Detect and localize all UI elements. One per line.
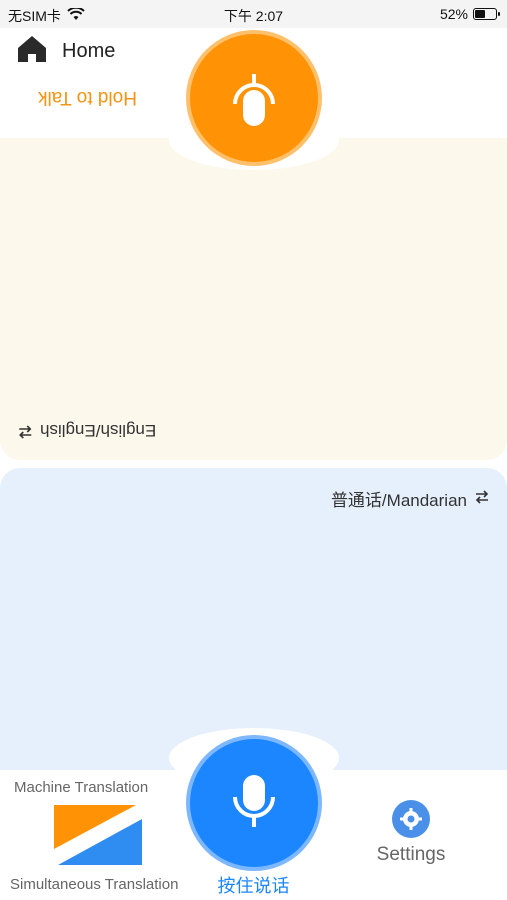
top-translation-panel: English/English xyxy=(0,138,507,460)
status-right: 52% xyxy=(439,6,500,22)
battery-percent: 52% xyxy=(439,6,468,22)
translation-mode-toggle[interactable] xyxy=(52,803,144,867)
settings-button[interactable]: Settings xyxy=(371,800,451,866)
battery-icon xyxy=(473,8,500,20)
top-mic-button[interactable] xyxy=(190,34,318,162)
settings-label: Settings xyxy=(376,844,446,865)
gear-icon xyxy=(392,800,430,838)
bottom-language-label: 普通话/Mandarian xyxy=(330,491,467,510)
bottom-language-selector[interactable]: 普通话/Mandarian xyxy=(331,486,489,511)
home-label: Home xyxy=(62,40,116,62)
hold-to-talk-label: 按住说话 xyxy=(217,876,290,896)
hold-to-talk-label-flipped: Hold to Talk xyxy=(38,87,137,108)
home-icon xyxy=(16,34,48,69)
microphone-icon xyxy=(232,66,276,131)
top-language-label: English/English xyxy=(40,421,157,440)
microphone-icon xyxy=(232,771,276,836)
status-time: 下午 2:07 xyxy=(223,8,284,24)
home-button[interactable]: Home xyxy=(16,34,115,69)
bottom-mic-button[interactable] xyxy=(190,739,318,867)
top-language-selector[interactable]: English/English xyxy=(18,420,156,440)
battery-fill xyxy=(475,10,485,18)
status-bar: 无SIM卡 下午 2:07 52% xyxy=(0,0,507,28)
machine-translation-label: Machine Translation xyxy=(14,779,149,796)
swap-arrows-icon xyxy=(18,420,32,440)
swap-arrows-icon xyxy=(475,489,489,509)
